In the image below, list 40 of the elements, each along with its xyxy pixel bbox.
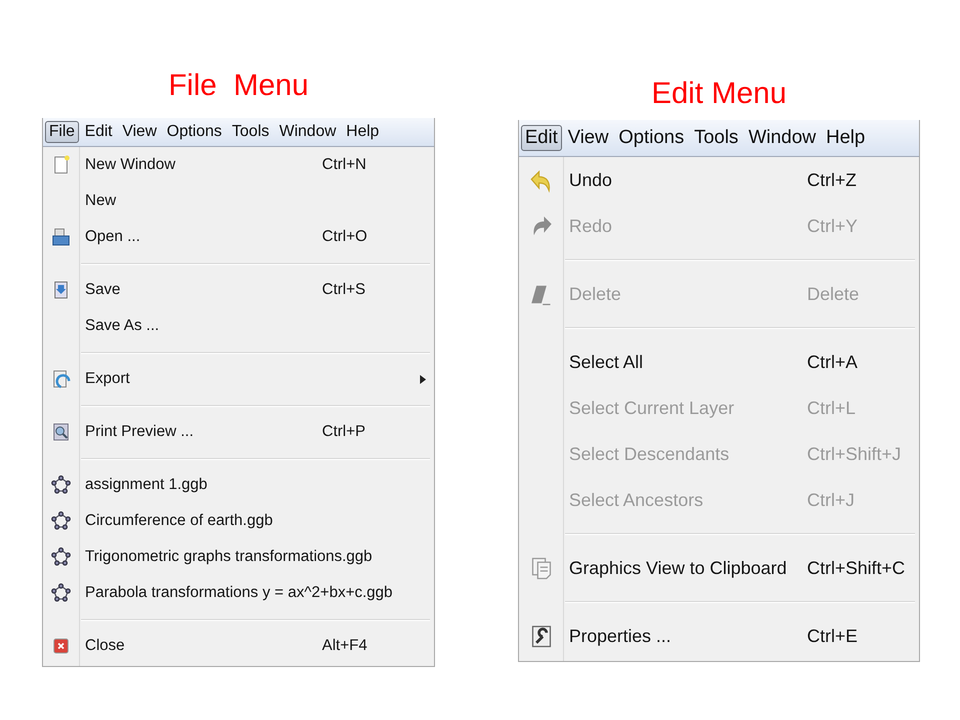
menu-title[interactable]: Edit [80, 121, 116, 143]
menu-item[interactable]: Save Ctrl+S [43, 272, 434, 308]
pentagon-points-icon [51, 475, 71, 495]
menu-title[interactable]: Help [822, 125, 870, 151]
menu-title[interactable]: Tools [228, 121, 274, 143]
menu-item[interactable]: Circumference of earth.ggb [43, 503, 434, 539]
menu-item[interactable]: Trigonometric graphs transformations.ggb [43, 539, 434, 575]
menu-item[interactable]: New Window Ctrl+N [43, 147, 434, 183]
menu-item[interactable]: Open ... Ctrl+O [43, 219, 434, 255]
menu-item[interactable]: Select All Ctrl+A [519, 339, 919, 385]
menu-item[interactable]: Export [43, 361, 434, 397]
menu-item[interactable]: Parabola transformations y = ax^2+bx+c.ggb [43, 575, 434, 611]
folder-icon [51, 227, 71, 247]
pentagon-points-icon [51, 511, 71, 531]
menu-item[interactable]: Graphics View to Clipboard Ctrl+Shift+C [519, 545, 919, 591]
menu-title[interactable]: Tools [690, 125, 742, 151]
slide-heading: Edit Menu [651, 76, 787, 112]
menu-item[interactable]: Close Alt+F4 [43, 628, 434, 664]
print-preview-icon [51, 422, 71, 442]
slide-heading: File Menu [168, 68, 309, 104]
export-document-icon [51, 369, 71, 389]
menu-title[interactable]: Options [162, 121, 226, 143]
menu-item[interactable]: Save As ... [43, 308, 434, 344]
menu-title[interactable]: Window [744, 125, 820, 151]
menu-item[interactable]: New [43, 183, 434, 219]
menu-title[interactable]: Help [342, 121, 384, 143]
menu-title[interactable]: Edit [521, 125, 562, 151]
pentagon-points-icon [51, 583, 71, 603]
menu-title[interactable]: Window [275, 121, 340, 143]
menu-item[interactable]: Properties ... Ctrl+E [519, 613, 919, 659]
menu-title[interactable]: File [45, 121, 79, 143]
close-icon [51, 636, 71, 656]
menu-item[interactable]: Print Preview ... Ctrl+P [43, 414, 434, 450]
menu-title[interactable]: Options [614, 125, 688, 151]
menu-item[interactable]: Undo Ctrl+Z [519, 157, 919, 203]
menu-item[interactable]: assignment 1.ggb [43, 467, 434, 503]
pentagon-points-icon [51, 547, 71, 567]
menu-title[interactable]: View [564, 125, 613, 151]
menu-title[interactable]: View [118, 121, 161, 143]
submenu-arrow-icon [420, 374, 426, 384]
